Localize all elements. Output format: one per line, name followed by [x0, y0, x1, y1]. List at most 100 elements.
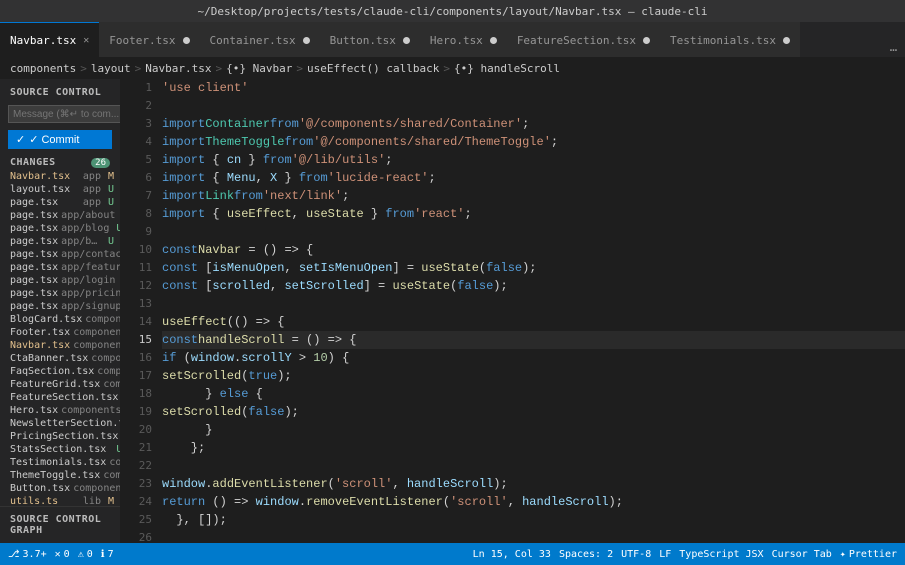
list-item[interactable]: Testimonials.tsx compon... U — [0, 456, 120, 469]
formatter-item[interactable]: ✦ Prettier — [840, 549, 897, 560]
code-area: 12345 678910 1112131415 1617181920 21222… — [120, 79, 905, 543]
list-item[interactable]: page.tsx app/blog/[slug] U — [0, 235, 120, 248]
list-item[interactable]: page.tsx app/features U — [0, 261, 120, 274]
formatter-label: Prettier — [849, 549, 897, 560]
bc-sep5: > — [443, 62, 450, 75]
list-item[interactable]: FeatureSection.tsx compo... U — [0, 391, 120, 404]
list-item[interactable]: FaqSection.tsx compone... U — [0, 365, 120, 378]
list-item[interactable]: page.tsx app/contact U — [0, 248, 120, 261]
code-line: const [isMenuOpen, setIsMenuOpen] = useS… — [162, 259, 905, 277]
code-line: const [scrolled, setScrolled] = useState… — [162, 277, 905, 295]
indent-mode-item[interactable]: Cursor Tab — [772, 549, 832, 560]
bc-sep1: > — [80, 62, 87, 75]
file-path: compon... — [109, 457, 120, 468]
error-count-item[interactable]: ✕ 0 — [55, 549, 70, 560]
list-item[interactable]: FeatureGrid.tsx compone... U — [0, 378, 120, 391]
file-name: utils.ts — [10, 496, 80, 506]
git-branch-item[interactable]: ⎇ 3.7+ — [8, 549, 47, 560]
error-icon: ✕ — [55, 549, 61, 560]
file-path: compone... — [91, 353, 120, 364]
file-path: app/about — [61, 210, 115, 221]
tab-label: Button.tsx — [330, 34, 396, 47]
tab-label: Navbar.tsx — [10, 34, 76, 47]
commit-button[interactable]: ✓ ✓ Commit — [8, 130, 112, 149]
file-name: Footer.tsx — [10, 327, 70, 338]
list-item[interactable]: page.tsx app/blog U — [0, 222, 120, 235]
list-item[interactable]: Navbar.tsx components/la... M — [0, 339, 120, 352]
file-path: components/la... — [73, 340, 120, 351]
file-name: Button.tsx — [10, 483, 70, 494]
changes-section-header: Changes 26 — [0, 153, 120, 170]
spaces-item[interactable]: Spaces: 2 — [559, 549, 613, 560]
list-item[interactable]: BlogCard.tsx components/... U — [0, 313, 120, 326]
tab-modified-indicator — [490, 37, 497, 44]
file-path: compone... — [97, 366, 120, 377]
encoding-item[interactable]: UTF-8 — [621, 549, 651, 560]
commit-label: ✓ Commit — [29, 133, 79, 146]
file-name: page.tsx — [10, 301, 58, 312]
file-badge: U — [108, 184, 114, 195]
bc-components: components — [10, 62, 76, 75]
split-editor-icon[interactable]: ⋯ — [890, 43, 897, 57]
tab-footer[interactable]: Footer.tsx — [99, 22, 199, 57]
code-line: import { useEffect, useState } from 'rea… — [162, 205, 905, 223]
list-item[interactable]: page.tsx app/signup U — [0, 300, 120, 313]
list-item[interactable]: Hero.tsx components/ma... U — [0, 404, 120, 417]
source-control-header: SOURCE CONTROL — [0, 79, 120, 102]
tab-modified-indicator — [403, 37, 410, 44]
line-ending-item[interactable]: LF — [659, 549, 671, 560]
list-item[interactable]: Button.tsx components/ui U — [0, 482, 120, 495]
list-item[interactable]: ThemeToggle.tsx compo... U — [0, 469, 120, 482]
list-item[interactable]: page.tsx app U — [0, 196, 120, 209]
list-item[interactable]: Footer.tsx components/la... U — [0, 326, 120, 339]
file-name: BlogCard.tsx — [10, 314, 82, 325]
sidebar: SOURCE CONTROL ⌄ ✓ ✓ Commit Changes 26 N… — [0, 79, 120, 543]
list-item[interactable]: StatsSection.tsx U — [0, 443, 120, 456]
code-line-active: const handleScroll = () => { — [162, 331, 905, 349]
info-count-item[interactable]: ℹ 7 — [101, 549, 114, 560]
tab-featuresection[interactable]: FeatureSection.tsx — [507, 22, 660, 57]
list-item[interactable]: page.tsx app/pricing U — [0, 287, 120, 300]
code-line: import ThemeToggle from '@/components/sh… — [162, 133, 905, 151]
cursor-position-item[interactable]: Ln 15, Col 33 — [473, 549, 551, 560]
list-item[interactable]: page.tsx app/about U — [0, 209, 120, 222]
tab-hero[interactable]: Hero.tsx — [420, 22, 507, 57]
file-name: Navbar.tsx — [10, 340, 70, 351]
close-icon[interactable]: ✕ — [83, 35, 89, 46]
code-line — [162, 223, 905, 241]
file-path: app/login — [61, 275, 115, 286]
list-item[interactable]: NewsletterSection.tsx U — [0, 417, 120, 430]
language-item[interactable]: TypeScript JSX — [679, 549, 763, 560]
list-item[interactable]: utils.ts lib M — [0, 495, 120, 506]
list-item[interactable]: PricingSection.tsx U — [0, 430, 120, 443]
indent-mode-label: Cursor Tab — [772, 549, 832, 560]
code-line: const Navbar = () => { — [162, 241, 905, 259]
bc-sep4: > — [296, 62, 303, 75]
changes-label: Changes — [10, 157, 91, 168]
status-bar: ⎇ 3.7+ ✕ 0 ⚠ 0 ℹ 7 Ln 15, Col 33 Spaces:… — [0, 543, 905, 565]
file-path: lib — [83, 496, 101, 506]
file-name: FeatureGrid.tsx — [10, 379, 100, 390]
code-line — [162, 529, 905, 543]
tab-button[interactable]: Button.tsx — [320, 22, 420, 57]
list-item[interactable]: page.tsx app/login U — [0, 274, 120, 287]
tab-label: FeatureSection.tsx — [517, 34, 636, 47]
cursor-position: Ln 15, Col 33 — [473, 549, 551, 560]
tab-navbar[interactable]: Navbar.tsx ✕ — [0, 22, 99, 57]
source-control-graph: SOURCE CONTROL GRAPH — [0, 506, 120, 543]
tab-container[interactable]: Container.tsx — [200, 22, 320, 57]
tab-modified-indicator — [783, 37, 790, 44]
list-item[interactable]: CtaBanner.tsx compone... U — [0, 352, 120, 365]
file-name: page.tsx — [10, 223, 58, 234]
warning-count-item[interactable]: ⚠ 0 — [78, 549, 93, 560]
code-content[interactable]: 'use client' import Container from '@/co… — [158, 79, 905, 543]
file-name: page.tsx — [10, 262, 58, 273]
list-item[interactable]: layout.tsx app U — [0, 183, 120, 196]
commit-message-input[interactable] — [8, 105, 120, 123]
tab-testimonials[interactable]: Testimonials.tsx — [660, 22, 800, 57]
file-name: page.tsx — [10, 210, 58, 221]
list-item[interactable]: Navbar.tsx app M — [0, 170, 120, 183]
file-path: app/signup — [61, 301, 120, 312]
file-name: Navbar.tsx — [10, 171, 80, 182]
file-name: FeatureSection.tsx — [10, 392, 118, 403]
